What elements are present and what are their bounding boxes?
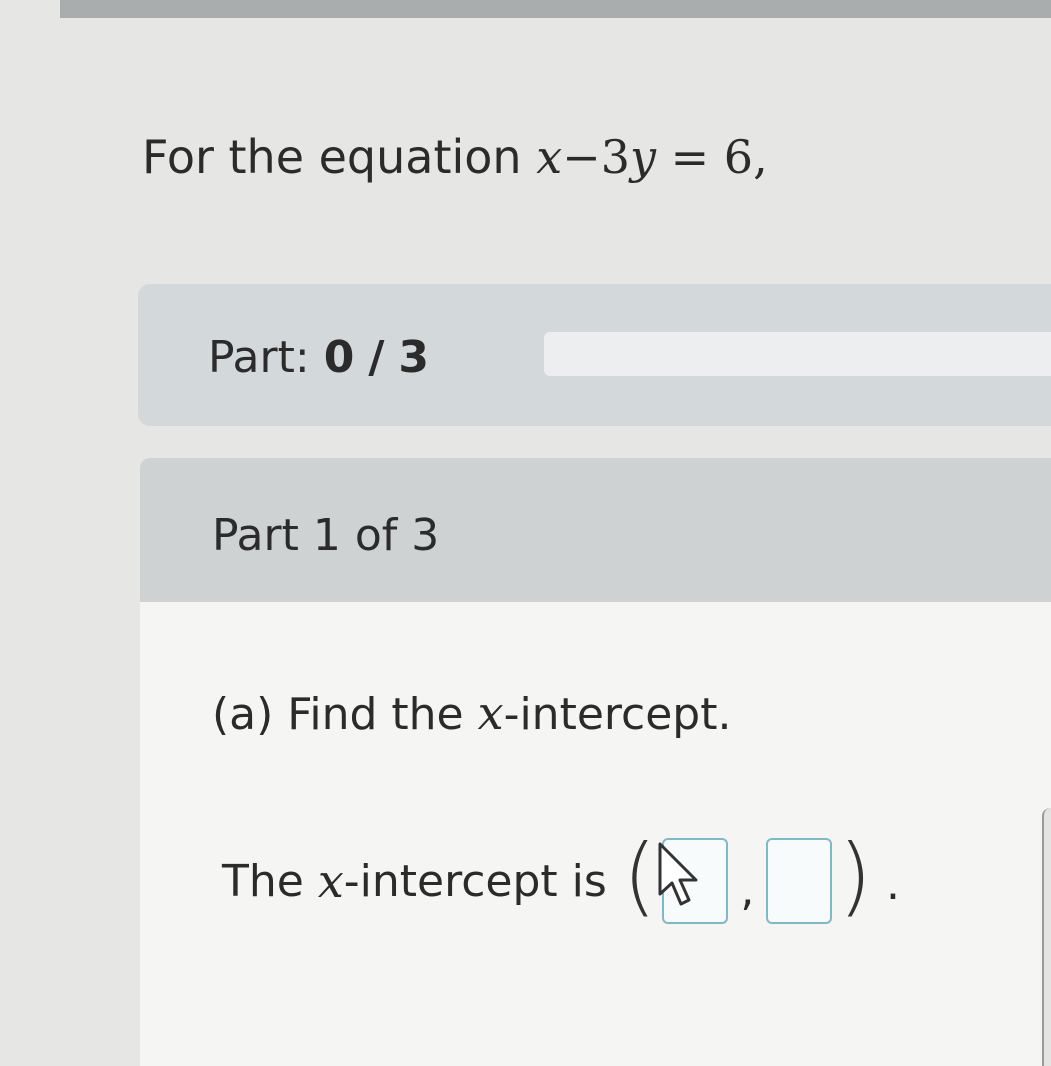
answer-suffix: -intercept is xyxy=(343,855,607,907)
equation-var-y: y xyxy=(629,130,656,184)
mouse-pointer-icon xyxy=(658,842,698,906)
y-coordinate-input[interactable] xyxy=(766,838,833,924)
equation-minus: − xyxy=(562,130,601,184)
answer-prefix: The xyxy=(222,855,304,907)
part-progress: Part: 0 / 3 xyxy=(138,284,1051,426)
answer-line: The x -intercept is ( , ) . xyxy=(222,833,900,924)
part-panel: Part 1 of 3 (a) Find the x-intercept. Th… xyxy=(140,458,1051,1066)
equation-trail: , xyxy=(753,130,768,184)
question-a-var: x xyxy=(477,686,504,740)
question-header: For the equation x−3y = 6, xyxy=(142,130,768,184)
open-paren: ( xyxy=(622,826,657,926)
coordinate-comma: , xyxy=(740,864,755,916)
question-prefix: For the equation xyxy=(142,130,522,184)
progress-current: 0 xyxy=(323,332,355,383)
panel-edge xyxy=(1042,808,1051,1066)
progress-total: 3 xyxy=(398,332,430,383)
equation-rhs: 6 xyxy=(723,130,754,184)
progress-label: Part: 0 / 3 xyxy=(208,332,429,383)
progress-bar xyxy=(544,332,1051,376)
question-a-suffix: -intercept. xyxy=(503,689,732,740)
equation-var-x: x xyxy=(536,130,563,184)
equation-equals: = xyxy=(670,130,710,184)
answer-var: x xyxy=(317,854,344,908)
progress-separator: / xyxy=(368,332,385,383)
part-title: Part 1 of 3 xyxy=(212,510,440,561)
progress-label-text: Part: xyxy=(208,332,310,383)
question-a: (a) Find the x-intercept. xyxy=(212,686,731,740)
equation-coef: 3 xyxy=(600,130,630,184)
equation: x−3y = 6, xyxy=(536,130,767,184)
top-strip xyxy=(60,0,1051,18)
answer-period: . xyxy=(885,858,900,910)
part-header: Part 1 of 3 xyxy=(140,458,1051,602)
close-paren: ) xyxy=(838,826,872,926)
question-a-prefix: (a) Find the xyxy=(212,689,464,740)
